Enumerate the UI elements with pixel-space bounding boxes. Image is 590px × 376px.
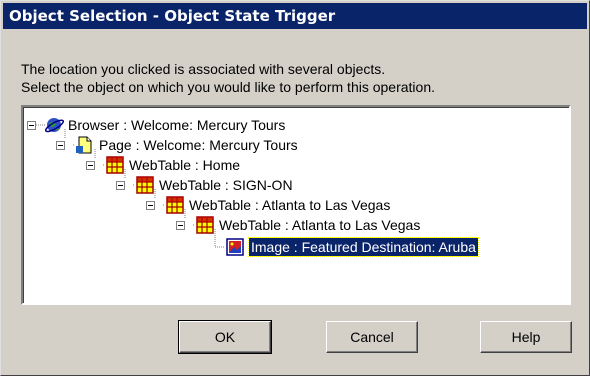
title-bar[interactable]: Object Selection - Object State Trigger [3, 3, 587, 29]
collapse-toggle[interactable] [146, 201, 155, 210]
collapse-toggle[interactable] [56, 141, 65, 150]
webtable-icon [165, 195, 185, 215]
collapse-toggle[interactable] [27, 121, 36, 130]
instruction-line-2: Select the object on which you would lik… [21, 79, 436, 95]
page-icon [75, 135, 95, 155]
tree-node-label: WebTable : SIGN-ON [159, 177, 293, 193]
browser-globe-icon [44, 115, 65, 135]
tree-node-label: WebTable : Atlanta to Las Vegas [219, 217, 421, 233]
collapse-toggle[interactable] [116, 181, 125, 190]
webtable-icon [195, 215, 215, 235]
tree-node-label: WebTable : Atlanta to Las Vegas [189, 197, 391, 213]
cancel-button[interactable]: Cancel [326, 321, 418, 353]
collapse-toggle[interactable] [86, 161, 95, 170]
object-tree[interactable]: Browser : Welcome: Mercury Tours Page : … [21, 105, 571, 305]
object-selection-dialog: Object Selection - Object State Trigger … [0, 0, 590, 376]
tree-node-label-selected: Image : Featured Destination: Aruba [248, 237, 479, 257]
tree-node-label: Page : Welcome: Mercury Tours [99, 137, 298, 153]
instruction-line-1: The location you clicked is associated w… [21, 61, 386, 77]
instructions: The location you clicked is associated w… [21, 60, 435, 96]
webtable-icon [135, 175, 155, 195]
image-icon [225, 237, 245, 257]
tree-node-label: Browser : Welcome: Mercury Tours [68, 117, 286, 133]
tree-node-label: WebTable : Home [129, 157, 241, 173]
window-title: Object Selection - Object State Trigger [9, 7, 336, 25]
help-button[interactable]: Help [480, 321, 572, 353]
ok-button[interactable]: OK [178, 320, 272, 354]
collapse-toggle[interactable] [176, 221, 185, 230]
webtable-icon [105, 155, 125, 175]
